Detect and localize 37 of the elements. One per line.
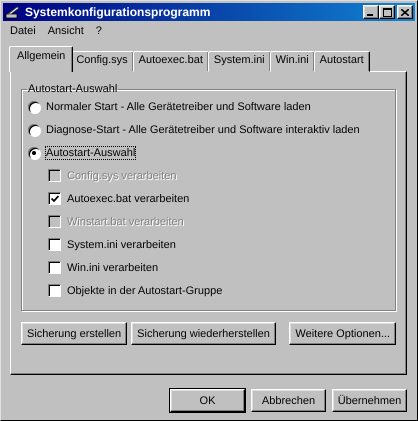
checkbox-label[interactable]: Autoexec.bat verarbeiten bbox=[67, 192, 190, 204]
dialog-button[interactable]: Abbrechen bbox=[251, 389, 326, 412]
tab[interactable]: System.ini bbox=[208, 51, 271, 72]
close-button[interactable] bbox=[397, 5, 413, 19]
close-icon bbox=[401, 8, 409, 16]
radio-button[interactable] bbox=[28, 100, 40, 112]
checkbox[interactable] bbox=[48, 192, 61, 205]
radio-label[interactable]: Autostart-Auswahl bbox=[46, 146, 136, 158]
radio-label[interactable]: Normaler Start - Alle Gerätetreiber und Software laden bbox=[46, 100, 311, 112]
checkbox[interactable] bbox=[48, 238, 61, 251]
checkbox[interactable] bbox=[48, 284, 61, 297]
action-button[interactable]: Sicherung erstellen bbox=[21, 322, 128, 345]
maximize-icon bbox=[382, 8, 392, 16]
group-title: Autostart-Auswahl bbox=[27, 83, 118, 95]
menu-item[interactable]: Datei bbox=[5, 24, 41, 36]
tab[interactable]: Autoexec.bat bbox=[132, 51, 209, 72]
radio-button[interactable] bbox=[28, 124, 40, 136]
tab[interactable]: Win.ini bbox=[270, 51, 315, 72]
tab[interactable]: Config.sys bbox=[70, 51, 134, 72]
minimize-button[interactable] bbox=[363, 5, 379, 19]
menu-item[interactable]: ? bbox=[90, 24, 107, 36]
action-button[interactable]: Sicherung wiederherstellen bbox=[131, 322, 276, 345]
checkbox[interactable] bbox=[48, 261, 61, 274]
action-button[interactable]: Weitere Optionen... bbox=[289, 322, 396, 345]
dialog-button[interactable]: Übernehmen bbox=[332, 389, 407, 412]
app-icon bbox=[5, 5, 21, 19]
radio-label[interactable]: Diagnose-Start - Alle Gerätetreiber und Software interaktiv laden bbox=[46, 124, 360, 136]
dialog-button[interactable]: OK bbox=[170, 389, 245, 412]
checkbox-label[interactable]: Objekte in der Autostart-Gruppe bbox=[67, 284, 222, 296]
menu-item[interactable]: Ansicht bbox=[42, 24, 89, 36]
checkbox-label[interactable]: Win.ini verarbeiten bbox=[67, 262, 158, 274]
radio-button[interactable] bbox=[28, 146, 40, 158]
checkbox-label[interactable]: System.ini verarbeiten bbox=[67, 238, 176, 250]
tab[interactable]: Autostart bbox=[314, 51, 370, 72]
window-title: Systemkonfigurationsprogramm bbox=[25, 5, 212, 19]
maximize-button[interactable] bbox=[379, 5, 395, 19]
tab[interactable]: Allgemein bbox=[9, 46, 74, 72]
